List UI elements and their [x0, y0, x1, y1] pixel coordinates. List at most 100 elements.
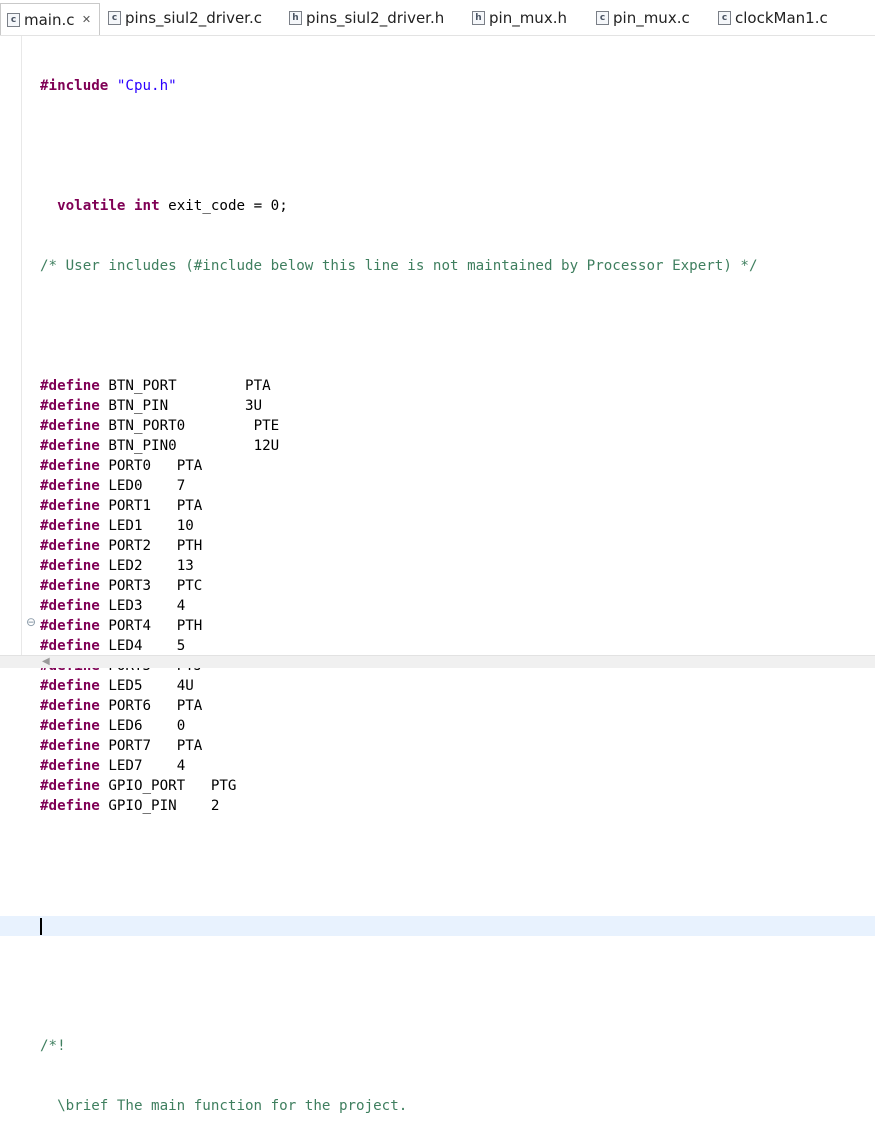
define-line: #define LED5 4U [40, 676, 875, 696]
macro-name: BTN_PIN0 [108, 438, 177, 454]
code-text: exit_code = 0; [159, 198, 288, 214]
macro-value: 3U [245, 398, 263, 414]
macro-name: LED3 [108, 598, 143, 614]
macro-name: PORT4 [108, 618, 152, 634]
macro-value: 7 [176, 478, 186, 494]
editor-tab-bar: c main.c ✕ c pins_siul2_driver.c h pins_… [0, 0, 875, 36]
macro-value: 4U [176, 678, 194, 694]
doc-comment: \brief The main function for the project… [40, 1098, 408, 1114]
h-file-icon: h [472, 10, 485, 25]
text-cursor [40, 918, 42, 935]
h-file-icon: h [289, 10, 302, 25]
c-file-icon: c [7, 12, 20, 27]
macro-value: PTE [253, 418, 280, 434]
keyword: #define [40, 598, 100, 614]
scroll-left-icon[interactable]: ◀ [42, 656, 50, 668]
keyword: #define [40, 378, 100, 394]
keyword: #define [40, 438, 100, 454]
tab-label: pins_siul2_driver.c [125, 8, 262, 27]
macro-value: 12U [253, 438, 280, 454]
macro-value: PTG [210, 778, 237, 794]
define-line: #define PORT2 PTH [40, 536, 875, 556]
tab-label: main.c [24, 10, 75, 29]
macro-name: LED7 [108, 758, 143, 774]
tab-pin-mux-h[interactable]: h pin_mux.h [472, 4, 567, 31]
keyword: #define [40, 678, 100, 694]
macro-value: 0 [176, 718, 186, 734]
define-line: #define PORT4 PTH [40, 616, 875, 636]
tab-pin-mux-c[interactable]: c pin_mux.c [596, 4, 690, 31]
keyword: #define [40, 518, 100, 534]
tab-label: clockMan1.c [735, 8, 828, 27]
define-line: #define LED6 0 [40, 716, 875, 736]
define-line: #define LED0 7 [40, 476, 875, 496]
code-line: #include "Cpu.h" [40, 76, 875, 96]
define-line: #define GPIO_PIN 2 [40, 796, 875, 816]
keyword: volatile [57, 198, 126, 214]
code-line: volatile int exit_code = 0; [40, 196, 875, 216]
tab-label: pin_mux.c [613, 8, 690, 27]
define-line: #define LED7 4 [40, 756, 875, 776]
fold-toggle-icon[interactable]: ⊖ [26, 615, 36, 629]
keyword: #define [40, 758, 100, 774]
c-file-icon: c [718, 10, 731, 25]
tab-main-c[interactable]: c main.c ✕ [0, 3, 100, 35]
tab-clockman1-c[interactable]: c clockMan1.c [718, 4, 828, 31]
define-line: #define PORT1 PTA [40, 496, 875, 516]
macro-value: 4 [176, 598, 186, 614]
define-block: #define BTN_PORT PTA #define BTN_PIN 3U #d… [40, 376, 875, 816]
c-file-icon: c [108, 10, 121, 25]
macro-value: 13 [176, 558, 194, 574]
macro-value: PTA [245, 378, 271, 394]
keyword: #define [40, 618, 100, 634]
define-line: #define PORT6 PTA [40, 696, 875, 716]
keyword: #define [40, 798, 100, 814]
code-line: /* User includes (#include below this li… [40, 256, 875, 276]
macro-name: BTN_PIN [108, 398, 169, 414]
macro-value: PTA [176, 738, 203, 754]
keyword: #define [40, 418, 100, 434]
comment: /* User includes (#include below this li… [40, 258, 758, 274]
define-line: #define BTN_PIN 3U [40, 396, 875, 416]
keyword: #define [40, 398, 100, 414]
tab-pins-siul2-driver-c[interactable]: c pins_siul2_driver.c [108, 4, 262, 31]
keyword: #define [40, 578, 100, 594]
define-line: #define GPIO_PORT PTG [40, 776, 875, 796]
macro-name: GPIO_PORT [108, 778, 186, 794]
tab-pins-siul2-driver-h[interactable]: h pins_siul2_driver.h [289, 4, 444, 31]
define-line: #define BTN_PORT0 PTE [40, 416, 875, 436]
keyword: int [133, 198, 160, 214]
horizontal-scrollbar[interactable]: ◀ [0, 655, 875, 668]
tab-label: pin_mux.h [489, 8, 567, 27]
macro-value: PTC [176, 578, 203, 594]
define-line: #define LED1 10 [40, 516, 875, 536]
code-line: \brief The main function for the project… [40, 1096, 875, 1116]
define-line: #define BTN_PORT PTA [40, 376, 875, 396]
code-line: /*! [40, 1036, 875, 1056]
macro-name: LED4 [108, 638, 143, 654]
c-file-icon: c [596, 10, 609, 25]
keyword: #include [40, 78, 109, 94]
code-editor[interactable]: #include "Cpu.h" volatile int exit_code … [0, 36, 875, 1136]
close-icon[interactable]: ✕ [81, 13, 93, 26]
macro-name: BTN_PORT0 [108, 418, 186, 434]
keyword: #define [40, 638, 100, 654]
keyword: #define [40, 778, 100, 794]
macro-value: PTH [176, 618, 203, 634]
keyword: #define [40, 478, 100, 494]
macro-value: PTA [176, 458, 203, 474]
macro-name: PORT0 [108, 458, 152, 474]
